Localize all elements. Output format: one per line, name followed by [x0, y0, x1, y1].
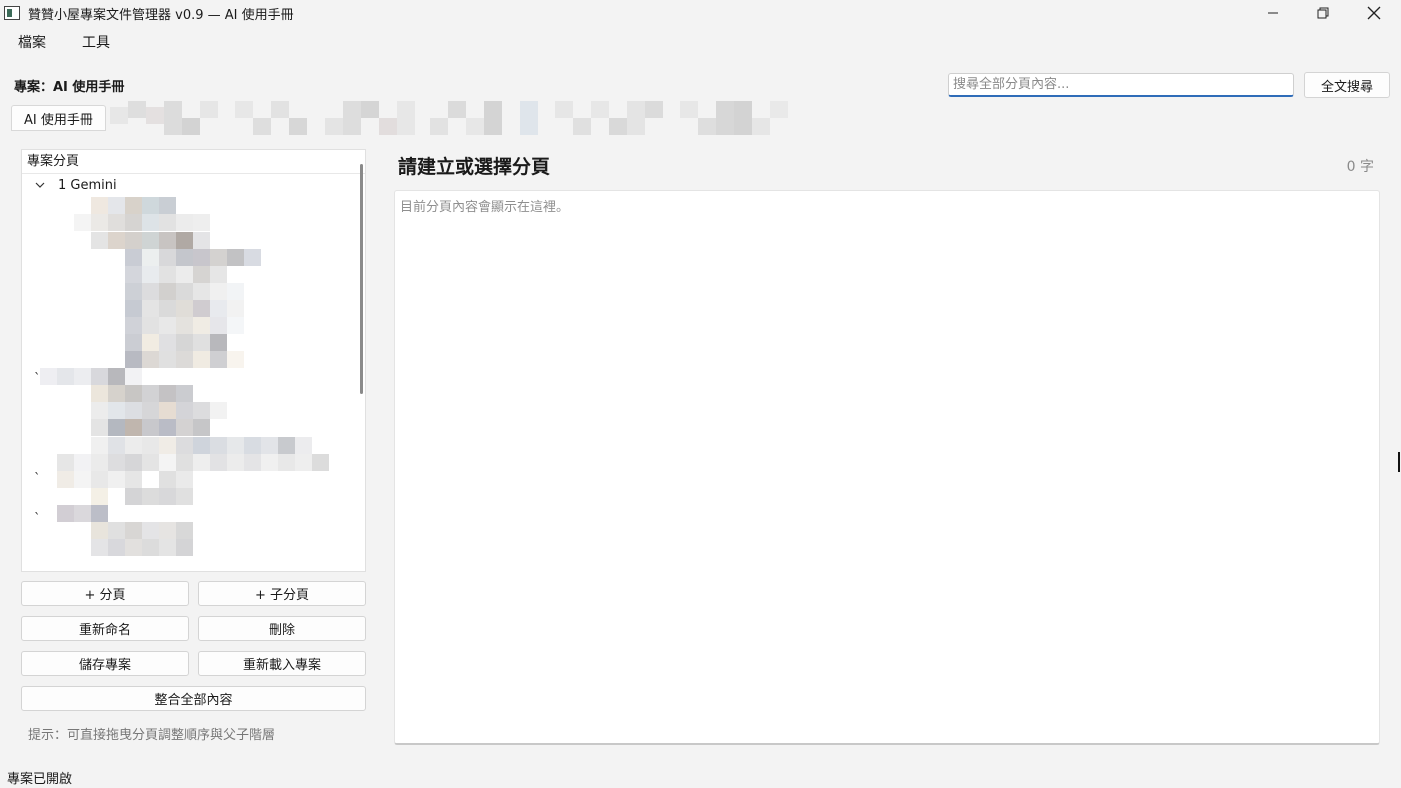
char-count: 0 字 — [1346, 159, 1374, 175]
blurred-tree-items — [40, 197, 329, 556]
delete-button[interactable]: 刪除 — [198, 616, 366, 641]
merge-all-button[interactable]: 整合全部內容 — [21, 686, 366, 711]
chevron-down-icon[interactable] — [34, 179, 46, 191]
minimize-button[interactable] — [1248, 0, 1298, 26]
rename-button[interactable]: 重新命名 — [21, 616, 189, 641]
minimize-icon — [1268, 12, 1278, 14]
search-input[interactable] — [948, 73, 1294, 97]
drag-hint: 提示：可直接拖曳分頁調整順序與父子階層 — [28, 728, 276, 743]
page-tree-panel[interactable]: 專案分頁 1 Gemini ` ` ` — [21, 149, 366, 572]
menu-tools[interactable]: 工具 — [64, 28, 128, 54]
blurred-tabs-mosaic — [109, 101, 788, 135]
close-icon — [1367, 6, 1381, 20]
tree-item-root[interactable]: 1 Gemini — [22, 174, 365, 196]
tab-ai-manual[interactable]: AI 使用手冊 — [11, 105, 106, 131]
content-editor[interactable]: 目前分頁內容會顯示在這裡。 — [394, 190, 1380, 745]
window-title: 贊贊小屋專案文件管理器 v0.9 — AI 使用手冊 — [28, 7, 294, 23]
menu-file[interactable]: 檔案 — [0, 28, 64, 54]
tree-header: 專案分頁 — [22, 150, 365, 174]
title-bar: 贊贊小屋專案文件管理器 v0.9 — AI 使用手冊 — [0, 0, 1401, 26]
tree-scrollbar[interactable] — [360, 164, 363, 394]
tree-item-label: 1 Gemini — [58, 177, 117, 193]
editor-placeholder: 目前分頁內容會顯示在這裡。 — [400, 200, 570, 215]
save-project-button[interactable]: 儲存專案 — [21, 651, 189, 676]
restore-button[interactable] — [1298, 0, 1348, 26]
app-icon — [4, 6, 20, 20]
project-label: 專案：AI 使用手冊 — [14, 80, 125, 95]
restore-icon — [1317, 7, 1329, 19]
menu-bar: 檔案 工具 — [0, 28, 128, 54]
add-subpage-button[interactable]: + 子分頁 — [198, 581, 366, 606]
mouse-cursor — [1398, 452, 1400, 472]
blurred-tabs — [109, 101, 810, 135]
close-button[interactable] — [1349, 0, 1399, 26]
status-bar: 專案已開啟 — [7, 772, 73, 787]
reload-project-button[interactable]: 重新載入專案 — [198, 651, 366, 676]
add-page-button[interactable]: + 分頁 — [21, 581, 189, 606]
full-text-search-button[interactable]: 全文搜尋 — [1304, 72, 1390, 98]
tab-bar: AI 使用手冊 — [11, 101, 810, 135]
page-title: 請建立或選擇分頁 — [398, 156, 551, 178]
